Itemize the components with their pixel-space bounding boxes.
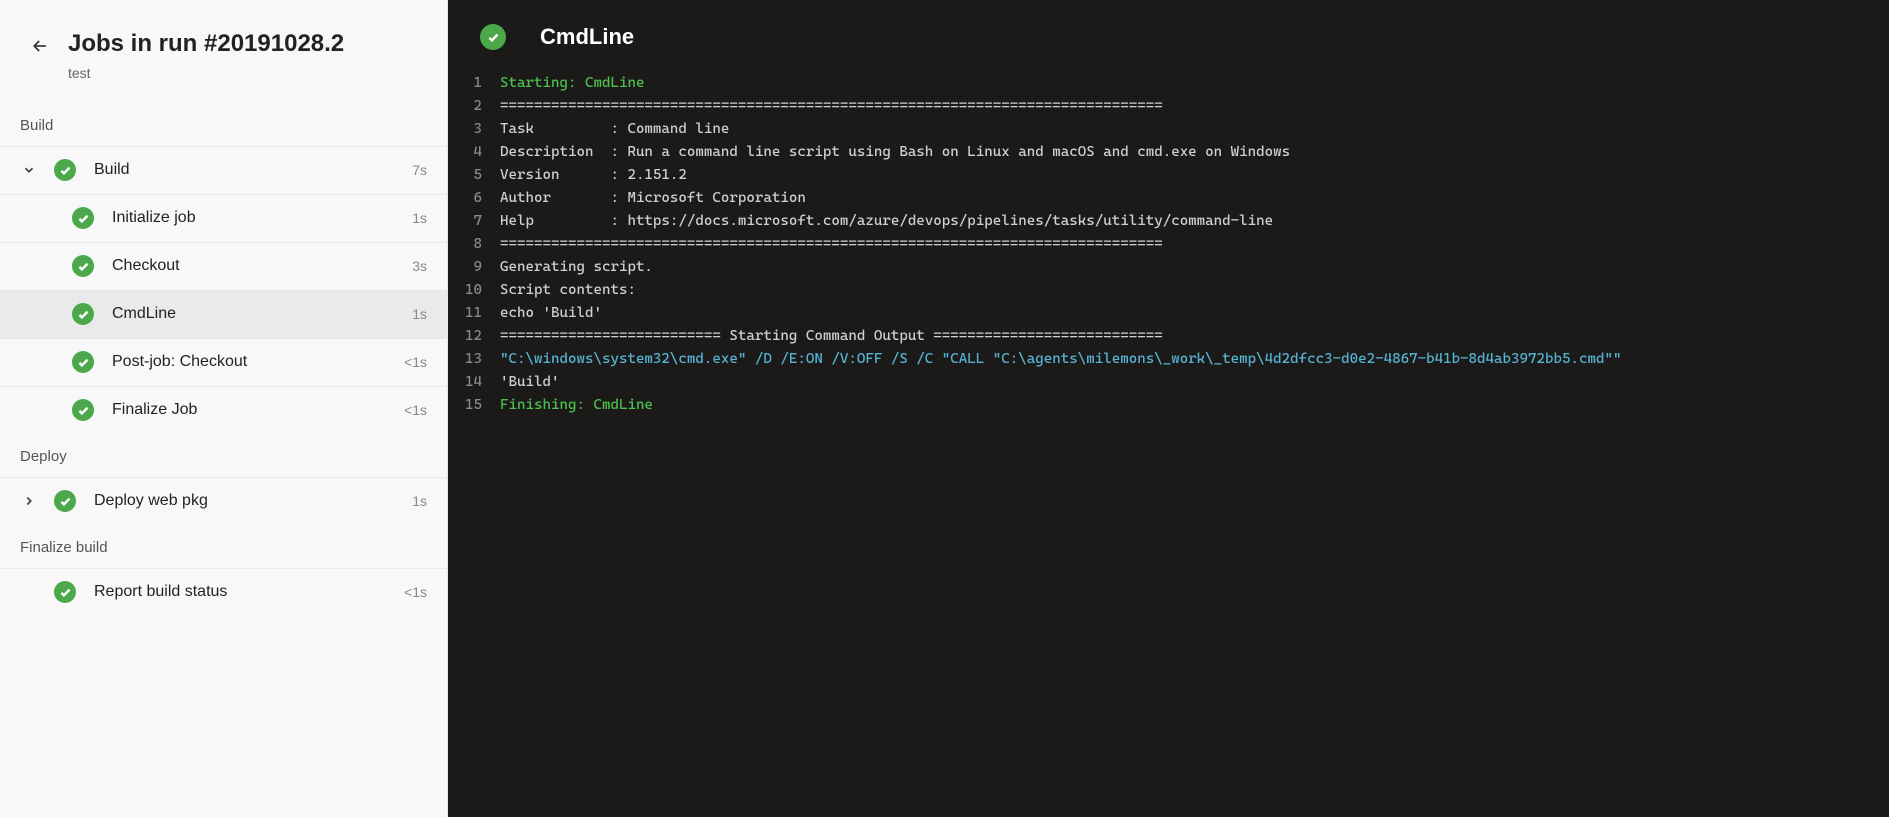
line-number: 4	[448, 141, 500, 164]
job-duration: 7s	[412, 162, 427, 178]
step-name: Finalize Job	[112, 401, 404, 419]
log-line: 2=======================================…	[448, 95, 1889, 118]
back-button[interactable]	[28, 34, 52, 58]
log-text: Author : Microsoft Corporation	[500, 187, 1889, 210]
line-number: 11	[448, 302, 500, 325]
log-line: 14'Build'	[448, 371, 1889, 394]
line-number: 9	[448, 256, 500, 279]
chevron-icon[interactable]	[20, 492, 38, 510]
log-text: 'Build'	[500, 371, 1889, 394]
step-name: Post-job: Checkout	[112, 353, 404, 371]
line-number: 3	[448, 118, 500, 141]
step-row[interactable]: Initialize job1s	[0, 194, 447, 242]
step-name: Checkout	[112, 257, 412, 275]
log-text: Description : Run a command line script …	[500, 141, 1889, 164]
chevron-icon[interactable]	[20, 161, 38, 179]
line-number: 14	[448, 371, 500, 394]
log-body[interactable]: 1Starting: CmdLine2=====================…	[448, 68, 1889, 441]
step-duration: <1s	[404, 354, 427, 370]
success-icon	[54, 490, 76, 512]
job-row[interactable]: Report build status<1s	[0, 568, 447, 616]
line-number: 12	[448, 325, 500, 348]
job-name: Build	[94, 161, 412, 179]
line-number: 10	[448, 279, 500, 302]
stages-list: BuildBuild7sInitialize job1sCheckout3sCm…	[0, 103, 447, 616]
success-icon	[480, 24, 506, 50]
log-text: echo 'Build'	[500, 302, 1889, 325]
line-number: 15	[448, 394, 500, 417]
log-line: 6Author : Microsoft Corporation	[448, 187, 1889, 210]
step-row[interactable]: Checkout3s	[0, 242, 447, 290]
jobs-sidebar: Jobs in run #20191028.2 test BuildBuild7…	[0, 0, 448, 817]
stage-label: Build	[0, 103, 447, 146]
stage-label: Deploy	[0, 434, 447, 477]
line-number: 7	[448, 210, 500, 233]
log-text: ========================== Starting Comm…	[500, 325, 1889, 348]
line-number: 5	[448, 164, 500, 187]
arrow-left-icon	[30, 36, 50, 56]
log-line: 1Starting: CmdLine	[448, 72, 1889, 95]
step-duration: 1s	[412, 210, 427, 226]
log-header: CmdLine	[448, 0, 1889, 68]
log-title: CmdLine	[540, 24, 634, 50]
success-icon	[72, 399, 94, 421]
log-text: Task : Command line	[500, 118, 1889, 141]
log-line: 8=======================================…	[448, 233, 1889, 256]
job-duration: 1s	[412, 493, 427, 509]
job-row[interactable]: Build7s	[0, 146, 447, 194]
step-duration: 3s	[412, 258, 427, 274]
step-name: CmdLine	[112, 305, 412, 323]
log-line: 10Script contents:	[448, 279, 1889, 302]
line-number: 1	[448, 72, 500, 95]
success-icon	[54, 159, 76, 181]
log-line: 4Description : Run a command line script…	[448, 141, 1889, 164]
log-panel: CmdLine 1Starting: CmdLine2=============…	[448, 0, 1889, 817]
line-number: 6	[448, 187, 500, 210]
stage-label: Finalize build	[0, 525, 447, 568]
log-text: Script contents:	[500, 279, 1889, 302]
step-name: Initialize job	[112, 209, 412, 227]
log-text: ========================================…	[500, 95, 1889, 118]
line-number: 2	[448, 95, 500, 118]
log-text: Starting: CmdLine	[500, 72, 1889, 95]
log-line: 3Task : Command line	[448, 118, 1889, 141]
log-line: 9Generating script.	[448, 256, 1889, 279]
job-row[interactable]: Deploy web pkg1s	[0, 477, 447, 525]
page-title: Jobs in run #20191028.2	[68, 30, 344, 59]
step-duration: <1s	[404, 402, 427, 418]
success-icon	[72, 351, 94, 373]
log-text: "C:\windows\system32\cmd.exe" /D /E:ON /…	[500, 348, 1889, 371]
step-row[interactable]: Finalize Job<1s	[0, 386, 447, 434]
log-line: 15Finishing: CmdLine	[448, 394, 1889, 417]
log-text: Finishing: CmdLine	[500, 394, 1889, 417]
log-line: 13"C:\windows\system32\cmd.exe" /D /E:ON…	[448, 348, 1889, 371]
log-line: 11echo 'Build'	[448, 302, 1889, 325]
step-row[interactable]: Post-job: Checkout<1s	[0, 338, 447, 386]
success-icon	[72, 303, 94, 325]
step-duration: 1s	[412, 306, 427, 322]
log-text: ========================================…	[500, 233, 1889, 256]
log-line: 12========================== Starting Co…	[448, 325, 1889, 348]
line-number: 8	[448, 233, 500, 256]
job-name: Deploy web pkg	[94, 492, 412, 510]
job-name: Report build status	[94, 583, 404, 601]
log-line: 7Help : https://docs.microsoft.com/azure…	[448, 210, 1889, 233]
success-icon	[54, 581, 76, 603]
step-row[interactable]: CmdLine1s	[0, 290, 447, 338]
success-icon	[72, 255, 94, 277]
log-text: Generating script.	[500, 256, 1889, 279]
log-line: 5Version : 2.151.2	[448, 164, 1889, 187]
log-text: Version : 2.151.2	[500, 164, 1889, 187]
success-icon	[72, 207, 94, 229]
sidebar-header: Jobs in run #20191028.2 test	[0, 0, 447, 103]
line-number: 13	[448, 348, 500, 371]
job-duration: <1s	[404, 584, 427, 600]
log-text: Help : https://docs.microsoft.com/azure/…	[500, 210, 1889, 233]
page-subtitle: test	[68, 65, 344, 81]
